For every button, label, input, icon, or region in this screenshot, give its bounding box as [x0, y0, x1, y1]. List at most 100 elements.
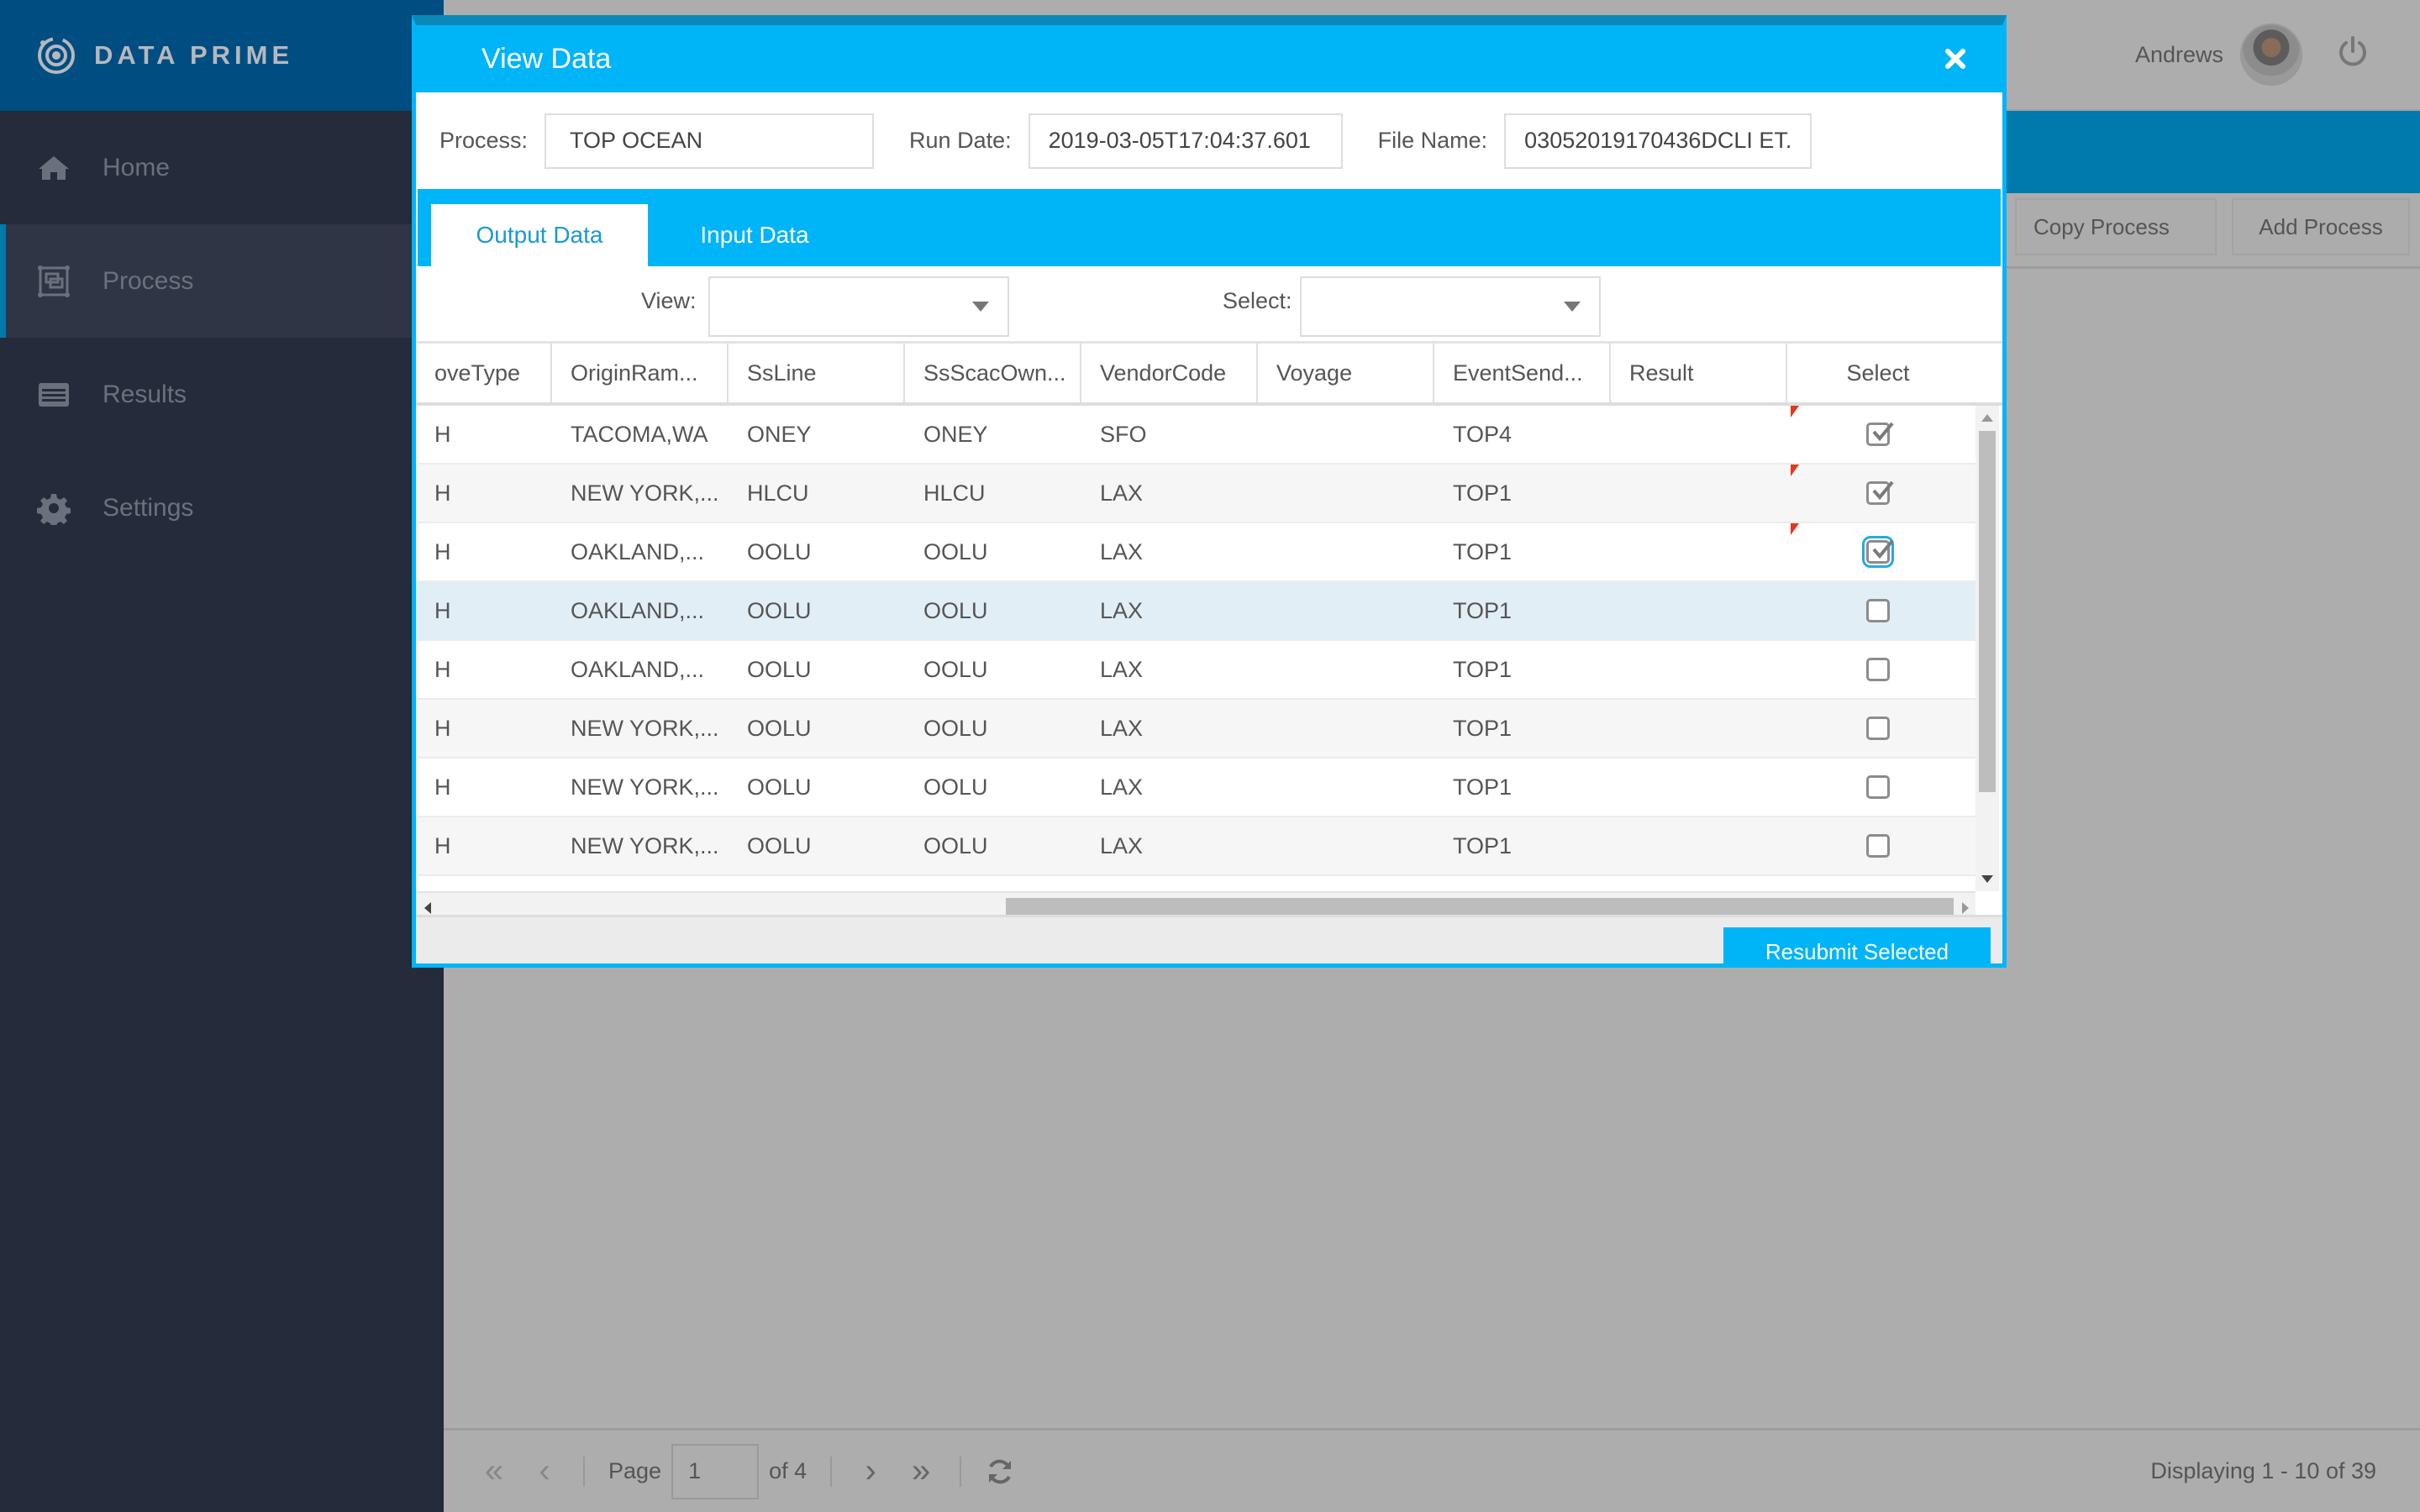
cell-origin-ramp: NEW YORK,... — [571, 715, 719, 741]
cell-result — [1611, 465, 1787, 522]
row-select-checkbox[interactable] — [1866, 658, 1890, 681]
vertical-scrollbar[interactable] — [1975, 406, 1999, 891]
tab-input-data[interactable]: Input Data — [683, 204, 826, 266]
cell-select — [1787, 759, 1969, 816]
row-select-checkbox[interactable] — [1866, 775, 1890, 799]
checkmark-icon — [1872, 422, 1894, 442]
sidebar-item-label: Settings — [103, 493, 194, 522]
select-dropdown[interactable] — [1300, 276, 1601, 337]
sidebar-item-settings[interactable]: Settings — [0, 451, 444, 564]
row-select-checkbox[interactable] — [1866, 834, 1890, 858]
tab-output-data[interactable]: Output Data — [431, 204, 648, 266]
sidebar-item-process[interactable]: Process — [0, 224, 444, 338]
last-page-icon[interactable]: » — [896, 1446, 946, 1497]
cell-movetype: H — [434, 538, 451, 564]
row-select-checkbox[interactable] — [1862, 536, 1894, 568]
cell-movetype: H — [434, 832, 451, 858]
dirty-flag-icon — [1791, 465, 1799, 476]
row-select-checkbox[interactable] — [1866, 717, 1890, 740]
cell-select — [1787, 523, 1969, 580]
row-select-checkbox[interactable] — [1866, 599, 1890, 622]
refresh-icon[interactable] — [975, 1446, 1025, 1497]
table-row[interactable]: H NEW YORK,... OOLU OOLU LAX TOP1 — [416, 759, 1975, 817]
cell-origin-ramp: OAKLAND,... — [571, 656, 705, 682]
user-name: Andrews — [2134, 41, 2223, 67]
table-row[interactable]: H TACOMA,WA ONEY ONEY SFO TOP4 — [416, 406, 1975, 465]
cell-ss-line: OOLU — [747, 832, 812, 858]
close-icon[interactable] — [1937, 40, 1974, 77]
table-row[interactable]: H NEW YORK,... OOLU OOLU LAX TOP1 — [416, 700, 1975, 759]
next-page-icon[interactable]: › — [845, 1446, 896, 1497]
column-header-ss-line[interactable]: SsLine — [729, 344, 905, 402]
column-header-origin-ramp[interactable]: OriginRam... — [552, 344, 729, 402]
sidebar-item-home[interactable]: Home — [0, 111, 444, 224]
cell-movetype: H — [434, 480, 451, 506]
file-name-field[interactable] — [1504, 113, 1812, 169]
avatar[interactable] — [2240, 24, 2302, 86]
page-number-input[interactable] — [671, 1443, 760, 1499]
scroll-up-icon[interactable] — [1981, 414, 1993, 422]
column-header-result[interactable]: Result — [1611, 344, 1787, 402]
cell-ss-line: OOLU — [747, 774, 812, 800]
scroll-right-icon[interactable] — [1962, 902, 1969, 914]
resubmit-selected-button[interactable]: Resubmit Selected — [1723, 927, 1991, 963]
home-icon — [37, 151, 71, 185]
column-header-select[interactable]: Select — [1787, 344, 1969, 402]
cell-ss-scac-owner: OOLU — [923, 597, 988, 623]
add-process-button[interactable]: Add Process — [2232, 198, 2410, 255]
view-data-modal: View Data Process: Run Date: File Name: … — [412, 15, 2007, 968]
cell-ss-scac-owner: OOLU — [923, 774, 988, 800]
cell-result — [1611, 406, 1787, 463]
filter-row: View: Select: — [416, 266, 2002, 344]
column-header-voyage[interactable]: Voyage — [1258, 344, 1434, 402]
page-label: Page — [608, 1458, 662, 1483]
table-row[interactable]: H OAKLAND,... OOLU OOLU LAX TOP1 — [416, 523, 1975, 582]
first-page-icon[interactable]: « — [469, 1446, 519, 1497]
user-menu: Andrews — [2135, 24, 2370, 86]
cell-origin-ramp: NEW YORK,... — [571, 480, 719, 506]
column-header-ss-scac-owner[interactable]: SsScacOwn... — [905, 344, 1081, 402]
view-dropdown[interactable] — [708, 276, 1009, 337]
cell-event-sender: TOP1 — [1453, 715, 1512, 741]
power-icon[interactable] — [2336, 34, 2370, 76]
scroll-thumb[interactable] — [1006, 898, 1954, 916]
sidebar-item-results[interactable]: Results — [0, 338, 444, 451]
table-row[interactable]: H OAKLAND,... OOLU OOLU LAX TOP1 — [416, 641, 1975, 700]
cell-vendor-code: LAX — [1100, 597, 1144, 623]
cell-movetype: H — [434, 656, 451, 682]
table-row[interactable]: H NEW YORK,... OOLU OOLU LAX TOP1 — [416, 817, 1975, 876]
cell-movetype: H — [434, 715, 451, 741]
cell-origin-ramp: NEW YORK,... — [571, 832, 719, 858]
prev-page-icon[interactable]: ‹ — [519, 1446, 570, 1497]
row-select-checkbox[interactable] — [1866, 480, 1894, 505]
process-icon — [37, 265, 71, 298]
cell-event-sender: TOP1 — [1453, 480, 1512, 506]
column-header-movetype[interactable]: oveType — [416, 344, 552, 402]
scroll-down-icon[interactable] — [1981, 875, 1993, 883]
column-header-vendor-code[interactable]: VendorCode — [1081, 344, 1258, 402]
cell-voyage — [1258, 523, 1434, 580]
scroll-thumb[interactable] — [1979, 431, 1996, 792]
row-select-checkbox[interactable] — [1866, 422, 1894, 446]
cell-result — [1611, 523, 1787, 580]
run-date-field[interactable] — [1028, 113, 1343, 169]
sidebar-item-label: Process — [103, 266, 194, 295]
dirty-flag-icon — [1791, 523, 1799, 535]
cell-ss-scac-owner: HLCU — [923, 480, 986, 506]
process-label: Process: — [439, 128, 529, 153]
sidebar-nav: Home Process Results Settings — [0, 111, 444, 564]
cell-event-sender: TOP1 — [1453, 597, 1512, 623]
scroll-left-icon[interactable] — [424, 902, 431, 914]
cell-movetype: H — [434, 774, 451, 800]
modal-header: View Data — [416, 25, 2002, 92]
table-row[interactable]: H OAKLAND,... OOLU OOLU LAX TOP1 — [416, 582, 1975, 641]
output-data-grid: oveType OriginRam... SsLine SsScacOwn... Ven… — [416, 344, 2002, 923]
copy-process-button[interactable]: Copy Process — [2015, 198, 2217, 255]
table-row[interactable]: H NEW YORK,... HLCU HLCU LAX TOP1 — [416, 465, 1975, 523]
process-field[interactable] — [544, 113, 875, 169]
cell-voyage — [1258, 465, 1434, 522]
cell-result — [1611, 817, 1787, 874]
sidebar-item-label: Results — [103, 380, 187, 408]
column-header-event-sender[interactable]: EventSend... — [1434, 344, 1611, 402]
sidebar: DATA PRIME Home Process Results Settings — [0, 0, 444, 1512]
